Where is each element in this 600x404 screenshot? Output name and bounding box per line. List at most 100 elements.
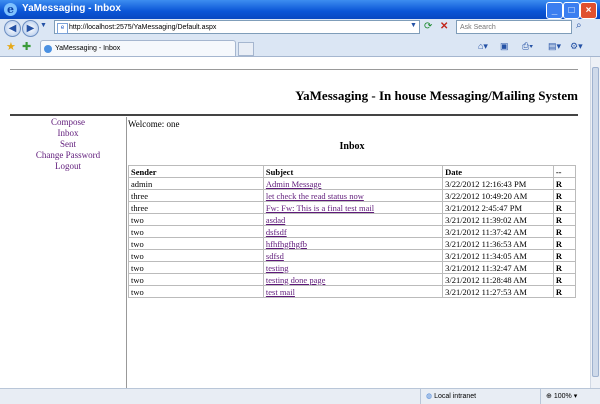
refresh-icon[interactable]: ⟳ [424, 21, 432, 32]
subject-cell: let check the read status now [262, 189, 444, 202]
table-row: admin Admin Message 3/22/2012 12:16:43 PM R [128, 177, 577, 190]
subject-link[interactable]: sdfsd [266, 251, 284, 261]
sender-cell: three [128, 189, 264, 202]
date-cell: 3/21/2012 11:27:53 AM [442, 285, 554, 298]
table-row: two asdad 3/21/2012 11:39:02 AM R [128, 213, 577, 226]
close-button[interactable]: × [580, 2, 597, 19]
new-tab-button[interactable] [238, 42, 254, 56]
navigation-bar: ◀ ▶ ▼ e http://localhost:2575/YaMessagin… [0, 19, 600, 38]
nav-link-compose[interactable]: Compose [10, 117, 126, 128]
subject-cell: Fw: Fw: This is a final test mail [262, 201, 444, 214]
column-header-subject: Subject [262, 165, 444, 178]
nav-link-sent[interactable]: Sent [10, 139, 126, 150]
sender-cell: two [128, 237, 264, 250]
stop-icon[interactable]: ✕ [440, 21, 448, 32]
subject-link[interactable]: test mail [266, 287, 295, 297]
read-status-cell: R [552, 201, 577, 214]
subject-cell: testing done page [262, 273, 444, 286]
zoom-dropdown-icon: ▾ [573, 393, 578, 400]
subject-cell: hfhfhgfhgfb [262, 237, 444, 250]
nav-link-inbox[interactable]: Inbox [10, 128, 126, 139]
date-cell: 3/21/2012 11:28:48 AM [442, 273, 554, 286]
forward-button[interactable]: ▶ [22, 20, 39, 37]
page-icon: e [57, 23, 68, 34]
vertical-scrollbar[interactable] [590, 57, 600, 388]
zoom-level: 100% [553, 393, 572, 400]
security-zone: ◍ Local intranet [426, 389, 476, 404]
nav-link-logout[interactable]: Logout [10, 161, 126, 172]
window-titlebar: e YaMessaging - Inbox _ □ × [0, 0, 600, 19]
page-menu-icon[interactable]: ▤▾ [548, 41, 561, 52]
left-navigation: Compose Inbox Sent Change Password Logou… [10, 117, 127, 388]
ie-logo-icon: e [4, 3, 17, 16]
read-status-cell: R [552, 273, 577, 286]
tab-bar: ★ ✚ YaMessaging - Inbox ⌂▾ ▣ ⎙▾ ▤▾ ⚙▾ [0, 37, 600, 57]
sender-cell: three [128, 201, 264, 214]
table-row: two dsfsdf 3/21/2012 11:37:42 AM R [128, 225, 577, 238]
url-text: http://localhost:2575/YaMessaging/Defaul… [69, 24, 217, 31]
date-cell: 3/21/2012 11:32:47 AM [442, 261, 554, 274]
subject-cell: sdfsd [262, 249, 444, 262]
address-dropdown-icon[interactable]: ▼ [410, 22, 417, 29]
zoom-control[interactable]: ⊕ 100% ▾ [546, 389, 577, 404]
subject-cell: asdad [262, 213, 444, 226]
column-header-flag: -- [552, 165, 577, 178]
home-icon[interactable]: ⌂▾ [478, 41, 488, 52]
table-row: two sdfsd 3/21/2012 11:34:05 AM R [128, 249, 577, 262]
read-status-cell: R [552, 237, 577, 250]
subject-link[interactable]: hfhfhgfhgfb [266, 239, 307, 249]
print-icon[interactable]: ⎙▾ [522, 41, 533, 52]
back-button[interactable]: ◀ [4, 20, 21, 37]
search-input[interactable]: Ask Search [456, 20, 572, 34]
table-header-row: Sender Subject Date -- [128, 165, 577, 178]
intranet-globe-icon: ◍ [426, 393, 433, 400]
subject-link[interactable]: Fw: Fw: This is a final test mail [266, 203, 374, 213]
subject-link[interactable]: Admin Message [266, 179, 321, 189]
sender-cell: two [128, 213, 264, 226]
favorites-star-icon[interactable]: ★ [6, 40, 16, 53]
subject-cell: dsfsdf [262, 225, 444, 238]
read-status-cell: R [552, 213, 577, 226]
date-cell: 3/21/2012 2:45:47 PM [442, 201, 554, 214]
tab-page-icon [44, 45, 52, 53]
date-cell: 3/21/2012 11:39:02 AM [442, 213, 554, 226]
search-icon[interactable]: ⌕ [576, 20, 582, 31]
minimize-button[interactable]: _ [546, 2, 563, 19]
subject-link[interactable]: dsfsdf [266, 227, 287, 237]
subject-link[interactable]: asdad [266, 215, 285, 225]
maximize-button[interactable]: □ [563, 2, 580, 19]
tab-inbox[interactable]: YaMessaging - Inbox [40, 40, 236, 56]
subject-cell: testing [262, 261, 444, 274]
tab-title: YaMessaging - Inbox [55, 45, 121, 52]
inbox-heading: Inbox [339, 141, 365, 152]
zoom-icon: ⊕ [546, 393, 552, 400]
table-row: two testing 3/21/2012 11:32:47 AM R [128, 261, 577, 274]
tools-gear-icon[interactable]: ⚙▾ [570, 41, 583, 52]
column-header-date: Date [442, 165, 554, 178]
read-status-cell: R [552, 189, 577, 202]
subject-link[interactable]: testing done page [266, 275, 325, 285]
subject-link[interactable]: testing [266, 263, 289, 273]
nav-link-change-password[interactable]: Change Password [10, 150, 126, 161]
address-bar[interactable]: e http://localhost:2575/YaMessaging/Defa… [54, 20, 420, 34]
subject-cell: test mail [262, 285, 444, 298]
subject-cell: Admin Message [262, 177, 444, 190]
status-divider [420, 389, 421, 404]
subject-link[interactable]: let check the read status now [266, 191, 364, 201]
read-status-cell: R [552, 249, 577, 262]
date-cell: 3/21/2012 11:34:05 AM [442, 249, 554, 262]
column-header-sender: Sender [128, 165, 264, 178]
page-viewport: YaMessaging - In house Messaging/Mailing… [0, 57, 590, 388]
feeds-icon[interactable]: ▣ [500, 41, 509, 52]
read-status-cell: R [552, 261, 577, 274]
page-header: YaMessaging - In house Messaging/Mailing… [10, 69, 578, 116]
add-favorites-icon[interactable]: ✚ [22, 40, 31, 53]
status-divider [540, 389, 541, 404]
table-row: three Fw: Fw: This is a final test mail 3/… [128, 201, 577, 214]
table-row: two testing done page 3/21/2012 11:28:48 A… [128, 273, 577, 286]
table-row: two hfhfhgfhgfb 3/21/2012 11:36:53 AM R [128, 237, 577, 250]
history-dropdown-icon[interactable]: ▼ [40, 22, 47, 29]
scrollbar-thumb[interactable] [592, 67, 599, 377]
sender-cell: two [128, 273, 264, 286]
date-cell: 3/21/2012 11:37:42 AM [442, 225, 554, 238]
